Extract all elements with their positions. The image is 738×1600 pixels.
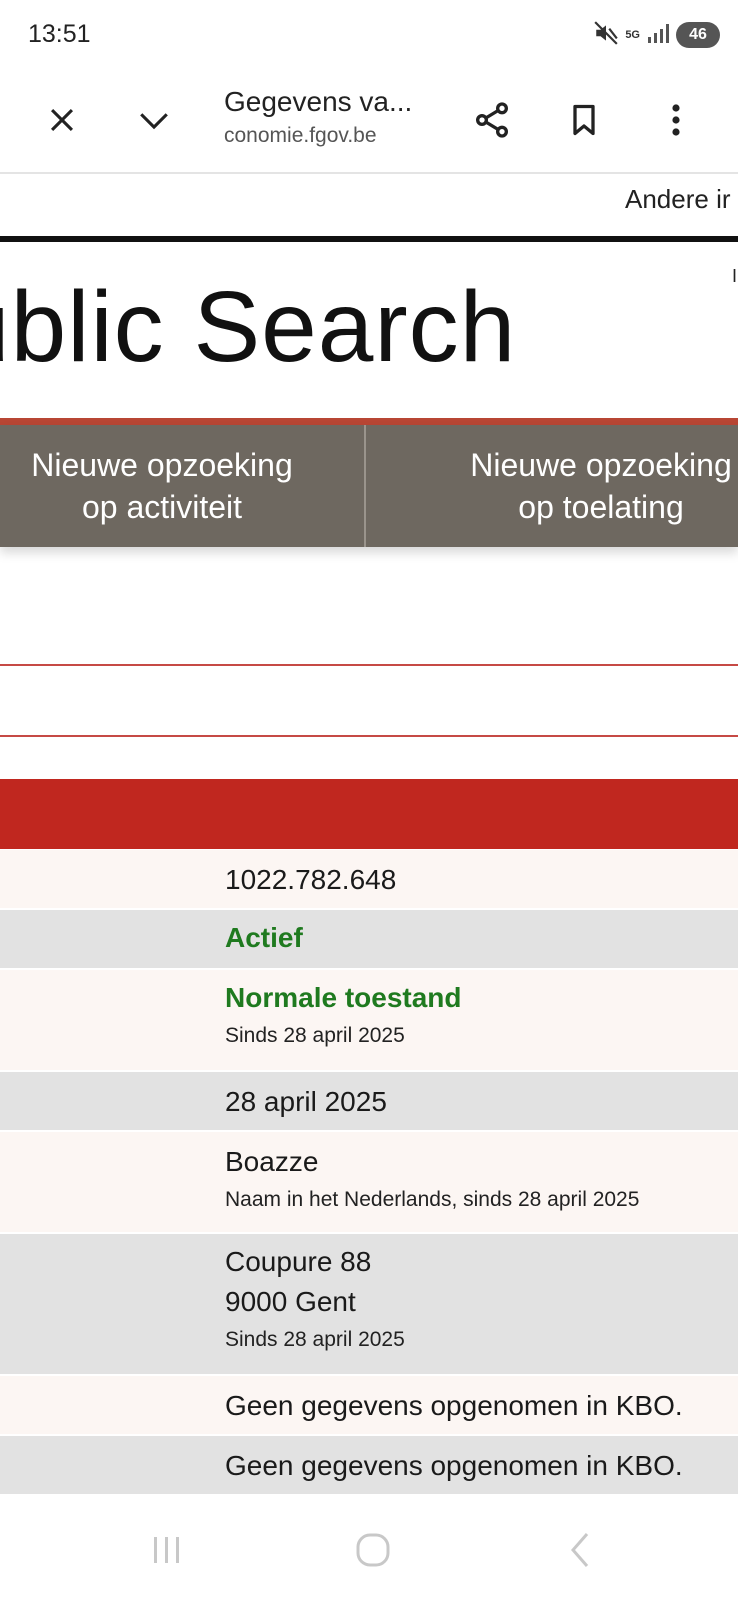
logo-right-mark: I [732, 266, 738, 286]
status-time: 13:51 [28, 20, 91, 48]
status-icons: 5G 46 [593, 20, 720, 50]
table-row: Actief [0, 910, 738, 970]
nav-search-activity[interactable]: Nieuwe opzoeking op activiteit [0, 425, 364, 547]
status-value: Actief [225, 922, 303, 953]
status-bar: 13:51 5G 46 [0, 0, 738, 70]
label-cell [0, 1376, 205, 1434]
label-cell [0, 970, 205, 1070]
network-type: 5G [625, 29, 640, 41]
signal-icon [646, 21, 670, 50]
address-street: Coupure 88 [225, 1246, 372, 1277]
section-divider [0, 735, 738, 737]
name-value: Boazze [225, 1146, 319, 1177]
system-nav-bar [0, 1500, 738, 1600]
bookmark-icon[interactable] [554, 90, 614, 150]
table-row: Boazze Naam in het Nederlands, sinds 28 … [0, 1132, 738, 1234]
battery-indicator: 46 [676, 22, 720, 48]
nav-item-line: op toelating [518, 489, 684, 525]
recent-apps-icon[interactable] [137, 1530, 197, 1570]
section-divider [0, 664, 738, 666]
table-row: 28 april 2025 [0, 1072, 738, 1132]
web-page[interactable]: Andere ir ublic Search I Nieuwe opzoekin… [0, 176, 738, 1500]
andere-link[interactable]: Andere ir [625, 184, 731, 215]
table-row: 1022.782.648 [0, 850, 738, 910]
label-cell [0, 910, 205, 968]
page-title-block[interactable]: Gegevens va... conomie.fgov.be [224, 86, 444, 148]
home-icon[interactable] [343, 1530, 403, 1570]
mute-icon [593, 20, 619, 51]
legal-situation-value: Normale toestand [225, 982, 462, 1013]
name-note: Naam in het Nederlands, sinds 28 april 2… [225, 1188, 640, 1211]
address-since: Sinds 28 april 2025 [225, 1328, 405, 1351]
table-row: Geen gegevens opgenomen in KBO. [0, 1376, 738, 1436]
browser-toolbar: Gegevens va... conomie.fgov.be [0, 70, 738, 174]
label-cell [0, 1132, 205, 1232]
label-cell [0, 1072, 205, 1130]
page-title: Gegevens va... [224, 86, 413, 117]
nav-item-line: op activiteit [81, 489, 243, 525]
site-logo[interactable]: ublic Search I [0, 242, 738, 420]
details-table: 1022.782.648 Actief Normale toestand Sin… [0, 850, 738, 1496]
table-row: Geen gegevens opgenomen in KBO. [0, 1436, 738, 1496]
no-data-value: Geen gegevens opgenomen in KBO. [225, 1390, 683, 1421]
nav-item-line: Nieuwe opzoeking [470, 447, 732, 483]
back-icon[interactable] [550, 1530, 610, 1570]
table-row: Coupure 88 9000 Gent Sinds 28 april 2025 [0, 1234, 738, 1376]
more-vert-icon[interactable] [646, 90, 706, 150]
label-cell [0, 850, 205, 908]
nav-item-line: Nieuwe opzoeking [31, 447, 293, 483]
label-cell [0, 1234, 205, 1374]
chevron-down-icon[interactable] [124, 90, 184, 150]
logo-text: ublic Search [0, 271, 517, 383]
close-icon[interactable] [32, 90, 92, 150]
logo-underline [0, 418, 738, 425]
page-url: conomie.fgov.be [224, 124, 377, 147]
no-data-value: Geen gegevens opgenomen in KBO. [225, 1450, 683, 1481]
table-header-band [0, 779, 738, 849]
address-city: 9000 Gent [225, 1286, 356, 1317]
legal-situation-since: Sinds 28 april 2025 [225, 1024, 405, 1047]
enterprise-number: 1022.782.648 [225, 864, 397, 895]
share-icon[interactable] [462, 90, 522, 150]
search-nav: Nieuwe opzoeking op activiteit Nieuwe op… [0, 425, 738, 547]
start-date-value: 28 april 2025 [225, 1086, 387, 1117]
label-cell [0, 1436, 205, 1494]
nav-search-permit[interactable]: Nieuwe opzoeking op toelating [366, 425, 738, 547]
table-row: Normale toestand Sinds 28 april 2025 [0, 970, 738, 1072]
